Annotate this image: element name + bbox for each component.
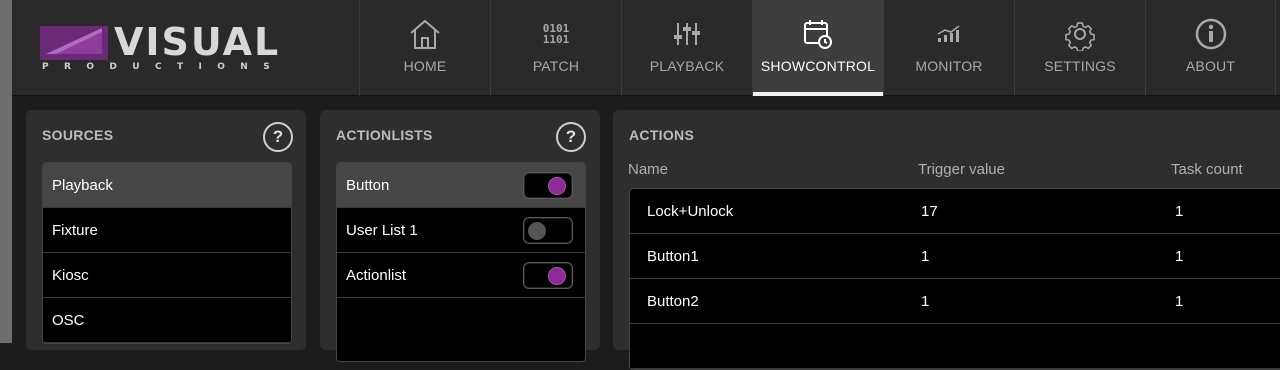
actionlists-title: ACTIONLISTS: [336, 127, 433, 143]
actionlist-enable-toggle[interactable]: [523, 172, 573, 199]
sources-panel: SOURCES ? Playback Fixture Kiosc OSC: [26, 110, 306, 350]
actionlist-enable-toggle[interactable]: [523, 262, 573, 289]
home-icon: [405, 18, 445, 50]
table-row[interactable]: Button2 1 1: [630, 279, 1280, 324]
sources-help-button[interactable]: ?: [263, 122, 293, 152]
action-task-count: 1: [1175, 293, 1184, 310]
logo-wordmark: VISUAL: [114, 20, 281, 64]
actionlist-item-button[interactable]: Button: [337, 163, 585, 208]
binary-icon: 0101 1101: [536, 18, 576, 50]
action-trigger-value: 17: [921, 203, 938, 220]
nav-about[interactable]: ABOUT: [1145, 0, 1276, 96]
window-left-edge: [0, 0, 12, 343]
nav-playback[interactable]: PLAYBACK: [621, 0, 752, 96]
action-task-count: 1: [1175, 248, 1184, 265]
nav-home[interactable]: HOME: [359, 0, 490, 96]
logo-subtitle: PRODUCTIONS: [42, 62, 286, 72]
actions-panel: ACTIONS Name Trigger value Task count Lo…: [613, 110, 1280, 370]
actionlist-item-actionlist[interactable]: Actionlist: [337, 253, 585, 298]
source-item-label: OSC: [52, 311, 85, 329]
gear-icon: [1060, 18, 1100, 51]
actionlists-panel: ACTIONLISTS ? Button User List 1 Actionl…: [320, 110, 600, 362]
actionlist-item-label: Actionlist: [346, 266, 407, 284]
source-item-label: Playback: [52, 176, 113, 194]
sliders-icon: [667, 18, 707, 50]
nav-home-label: HOME: [403, 58, 447, 74]
toggle-knob: [548, 267, 566, 285]
main-nav: HOME 0101 1101 PATCH PLAYBACK SHOWCONTRO…: [359, 0, 1276, 96]
action-name: Button2: [647, 293, 699, 310]
column-header-task-count[interactable]: Task count: [1171, 161, 1243, 178]
table-row[interactable]: Lock+Unlock 17 1: [630, 189, 1280, 234]
actionlist-item-label: User List 1: [346, 221, 418, 239]
nav-about-label: ABOUT: [1185, 58, 1236, 74]
calendar-clock-icon: [798, 18, 838, 50]
column-header-trigger-value[interactable]: Trigger value: [918, 161, 1005, 178]
nav-settings[interactable]: SETTINGS: [1014, 0, 1145, 96]
source-item-label: Fixture: [52, 221, 98, 239]
action-trigger-value: 1: [921, 293, 930, 310]
source-item-label: Kiosc: [52, 266, 89, 284]
source-item-kiosc[interactable]: Kiosc: [43, 253, 291, 298]
nav-monitor[interactable]: MONITOR: [883, 0, 1014, 96]
sources-title: SOURCES: [42, 127, 114, 143]
visual-productions-logo: VISUAL PRODUCTIONS: [40, 22, 300, 74]
actionlists-list: Button User List 1 Actionlist: [336, 162, 586, 362]
nav-showcontrol[interactable]: SHOWCONTROL: [752, 0, 883, 96]
sources-list: Playback Fixture Kiosc OSC: [42, 162, 292, 344]
top-navigation-bar: VISUAL PRODUCTIONS HOME 01011101 PATCH: [12, 0, 1280, 96]
action-task-count: 1: [1175, 203, 1184, 220]
action-name: Button1: [647, 248, 699, 265]
nav-patch[interactable]: 0101 1101 PATCH: [490, 0, 621, 96]
table-row[interactable]: [630, 324, 1280, 369]
nav-patch-label: PATCH: [532, 58, 580, 74]
table-row[interactable]: Button1 1 1: [630, 234, 1280, 279]
column-header-name[interactable]: Name: [628, 161, 668, 178]
actions-title: ACTIONS: [629, 127, 695, 143]
nav-showcontrol-label: SHOWCONTROL: [760, 58, 876, 74]
action-trigger-value: 1: [921, 248, 930, 265]
toggle-knob: [548, 177, 566, 195]
actionlist-item-label: Button: [346, 176, 390, 194]
logo-mark-icon: [40, 26, 108, 60]
signal-chart-icon: [929, 18, 969, 50]
info-icon: [1191, 18, 1231, 50]
nav-settings-label: SETTINGS: [1044, 58, 1116, 74]
actionlists-help-button[interactable]: ?: [556, 122, 586, 152]
source-item-playback[interactable]: Playback: [43, 163, 291, 208]
source-item-fixture[interactable]: Fixture: [43, 208, 291, 253]
actionlist-item-user-list-1[interactable]: User List 1: [337, 208, 585, 253]
source-item-osc[interactable]: OSC: [43, 298, 291, 343]
actionlist-enable-toggle[interactable]: [523, 217, 573, 244]
nav-playback-label: PLAYBACK: [649, 58, 725, 74]
toggle-knob: [528, 222, 546, 240]
binary-icon-line2: 1101: [542, 33, 570, 46]
nav-monitor-label: MONITOR: [915, 58, 983, 74]
action-name: Lock+Unlock: [647, 203, 734, 220]
